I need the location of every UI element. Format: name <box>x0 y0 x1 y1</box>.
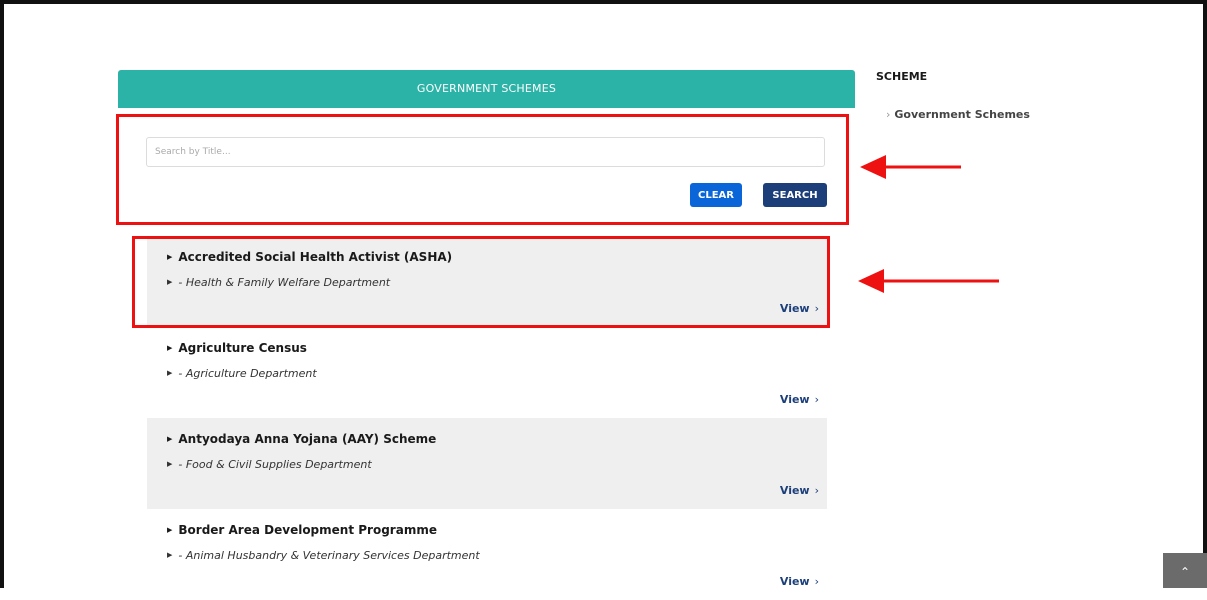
view-label: View <box>779 302 810 315</box>
scheme-title: Accredited Social Health Activist (ASHA) <box>178 250 453 264</box>
sidebar: SCHEME › Government Schemes <box>876 70 1126 121</box>
triangle-right-icon: ▶ <box>167 344 173 352</box>
chevron-up-icon: ⌃ <box>1179 565 1191 579</box>
scheme-department: - Animal Husbandry & Veterinary Services… <box>178 549 480 562</box>
view-label: View <box>779 575 810 588</box>
page-title: GOVERNMENT SCHEMES <box>118 70 855 108</box>
scheme-department: - Health & Family Welfare Department <box>178 276 391 289</box>
scheme-title: Antyodaya Anna Yojana (AAY) Scheme <box>178 432 437 446</box>
view-link[interactable]: View › <box>780 302 819 315</box>
view-link[interactable]: View › <box>780 484 819 497</box>
triangle-right-icon: ▶ <box>167 551 173 559</box>
arrow-left-icon <box>860 155 961 179</box>
triangle-right-icon: ▶ <box>167 435 173 443</box>
chevron-right-icon: › <box>886 108 891 121</box>
view-label: View <box>779 393 810 406</box>
search-panel: CLEAR SEARCH <box>118 108 855 226</box>
search-input[interactable] <box>146 137 825 167</box>
sidebar-item-label: Government Schemes <box>894 108 1030 121</box>
chevron-right-icon: › <box>814 575 819 588</box>
chevron-right-icon: › <box>814 302 819 315</box>
triangle-right-icon: ▶ <box>167 278 173 286</box>
search-button[interactable]: SEARCH <box>763 183 827 207</box>
list-item: ▶ Agriculture Census ▶ - Agriculture Depar… <box>147 327 827 418</box>
scheme-list: ▶ Accredited Social Health Activist (ASHA… <box>147 236 827 600</box>
chevron-right-icon: › <box>814 393 819 406</box>
triangle-right-icon: ▶ <box>167 526 173 534</box>
scheme-title: Agriculture Census <box>178 341 307 355</box>
list-item: ▶ Accredited Social Health Activist (ASHA… <box>147 236 827 327</box>
triangle-right-icon: ▶ <box>167 253 173 261</box>
sidebar-item-government-schemes[interactable]: › Government Schemes <box>886 108 1030 121</box>
scheme-department: - Food & Civil Supplies Department <box>178 458 372 471</box>
view-link[interactable]: View › <box>780 393 819 406</box>
view-label: View <box>779 484 810 497</box>
triangle-right-icon: ▶ <box>167 460 173 468</box>
view-link[interactable]: View › <box>780 575 819 588</box>
chevron-right-icon: › <box>814 484 819 497</box>
list-item: ▶ Border Area Development Programme ▶ - An… <box>147 509 827 600</box>
clear-button[interactable]: CLEAR <box>690 183 742 207</box>
sidebar-title: SCHEME <box>876 70 928 83</box>
scheme-department: - Agriculture Department <box>178 367 317 380</box>
scheme-title: Border Area Development Programme <box>178 523 437 537</box>
arrow-left-icon <box>858 269 999 293</box>
scroll-to-top-button[interactable]: ⌃ <box>1163 553 1207 588</box>
triangle-right-icon: ▶ <box>167 369 173 377</box>
list-item: ▶ Antyodaya Anna Yojana (AAY) Scheme ▶ - F… <box>147 418 827 509</box>
